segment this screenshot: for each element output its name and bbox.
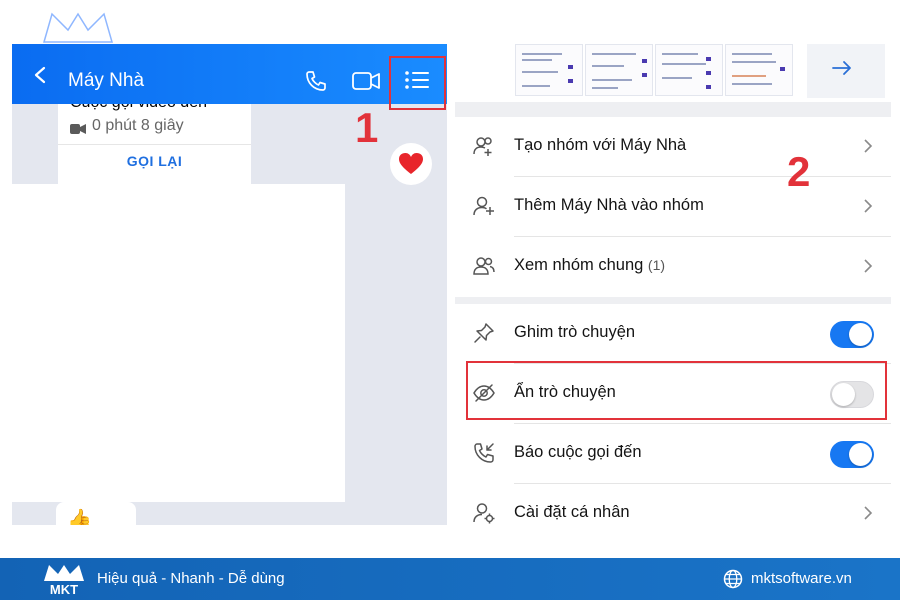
media-thumbnail[interactable]	[655, 44, 723, 96]
video-camera-icon	[70, 124, 86, 134]
personal-settings-label: Cài đặt cá nhân	[514, 503, 630, 521]
create-group-row[interactable]: Tạo nhóm với Máy Nhà	[455, 117, 891, 177]
common-groups-count: (1)	[647, 257, 666, 273]
call-duration: 0 phút 8 giây	[92, 117, 184, 134]
arrow-right-icon	[832, 61, 851, 75]
video-call-icon[interactable]	[352, 70, 380, 92]
pin-chat-label: Ghim trò chuyện	[514, 323, 636, 341]
incoming-call-label: Báo cuộc gọi đến	[514, 443, 642, 461]
footer-slogan: Hiệu quả - Nhanh - Dễ dùng	[97, 570, 285, 587]
chevron-right-icon	[864, 139, 873, 153]
group-options-section: Tạo nhóm với Máy Nhà Thêm Máy Nhà vào nh…	[455, 117, 891, 297]
options-screen: Tạo nhóm với Máy Nhà Thêm Máy Nhà vào nh…	[455, 44, 891, 525]
footer-website-link[interactable]: mktsoftware.vn	[751, 570, 852, 587]
pin-icon	[474, 323, 494, 343]
footer-bar: MKT Hiệu quả - Nhanh - Dễ dùng mktsoftwa…	[0, 558, 900, 600]
more-media-button[interactable]	[807, 44, 885, 98]
media-thumbnail[interactable]	[585, 44, 653, 96]
step-1-label: 1	[355, 104, 379, 151]
add-to-group-row[interactable]: Thêm Máy Nhà vào nhóm	[455, 177, 891, 237]
incoming-call-row: Báo cuộc gọi đến	[455, 424, 891, 484]
message-bubble	[12, 184, 345, 502]
call-back-button[interactable]: GỌI LẠI	[58, 146, 251, 174]
chat-screen: Cuộc gọi video đến 0 phút 8 giây GỌI LẠI…	[12, 44, 447, 525]
heart-reaction-button[interactable]	[390, 143, 432, 185]
media-thumbnail[interactable]	[725, 44, 793, 96]
add-to-group-label: Thêm Máy Nhà vào nhóm	[514, 196, 704, 214]
chevron-right-icon	[864, 259, 873, 273]
heart-icon	[399, 153, 423, 174]
create-group-label: Tạo nhóm với Máy Nhà	[514, 136, 687, 154]
menu-highlight-box	[389, 56, 446, 110]
common-groups-label: Xem nhóm chung (1)	[514, 256, 666, 274]
incoming-call-icon	[474, 443, 494, 463]
thumbs-up-icon: 👍	[67, 509, 92, 525]
pin-chat-row: Ghim trò chuyện	[455, 304, 891, 364]
step-2-label: 2	[787, 148, 811, 195]
add-group-icon	[473, 137, 492, 156]
user-settings-icon	[473, 503, 495, 524]
hide-chat-highlight-box	[466, 361, 887, 420]
globe-icon	[723, 569, 743, 589]
common-groups-row[interactable]: Xem nhóm chung (1)	[455, 237, 891, 297]
footer-logo-text: MKT	[50, 582, 78, 597]
contact-name: Máy Nhà	[68, 70, 145, 91]
chevron-right-icon	[864, 506, 873, 520]
phone-icon[interactable]	[304, 69, 328, 93]
chevron-right-icon	[864, 199, 873, 213]
call-card-divider	[58, 144, 251, 145]
incoming-call-toggle[interactable]	[830, 441, 874, 468]
pin-chat-toggle[interactable]	[830, 321, 874, 348]
shared-media-strip	[455, 44, 891, 102]
media-thumbnail[interactable]	[515, 44, 583, 96]
group-icon	[473, 257, 495, 275]
add-person-icon	[473, 196, 494, 216]
back-icon[interactable]	[32, 66, 50, 84]
chat-header: Máy Nhà	[12, 44, 447, 110]
personal-settings-row[interactable]: Cài đặt cá nhân	[455, 484, 891, 525]
footer-logo-icon: MKT	[44, 565, 84, 597]
